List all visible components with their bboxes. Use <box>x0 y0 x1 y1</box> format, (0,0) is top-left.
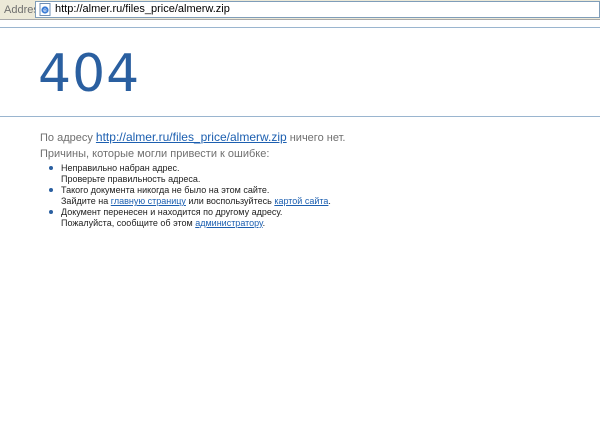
list-item: Неправильно набран адрес. Проверьте прав… <box>48 163 331 185</box>
message-suffix: ничего нет. <box>289 132 346 144</box>
administrator-link[interactable]: администратору <box>195 218 262 228</box>
reason-line: Документ перенесен и находится по другом… <box>61 207 283 217</box>
reasons-list: Неправильно набран адрес. Проверьте прав… <box>48 163 331 229</box>
list-item: Такого документа никогда не было на этом… <box>48 185 331 207</box>
list-item: Документ перенесен и находится по другом… <box>48 207 331 229</box>
bullet-dot <box>49 188 53 192</box>
reason-line: Проверьте правильность адреса. <box>61 174 201 184</box>
header-divider <box>0 116 600 117</box>
requested-url-link[interactable]: http://almer.ru/files_price/almerw.zip <box>96 130 287 144</box>
address-input[interactable]: e http://almer.ru/files_price/almerw.zip <box>35 1 600 18</box>
address-url: http://almer.ru/files_price/almerw.zip <box>55 3 230 15</box>
reason-text: . <box>328 196 331 206</box>
reasons-heading: Причины, которые могли привести к ошибке… <box>40 148 270 160</box>
not-found-message: По адресу http://almer.ru/files_price/al… <box>40 130 345 145</box>
ie-page-icon: e <box>39 3 51 16</box>
reason-text: или воспользуйтесь <box>188 196 272 206</box>
reason-text: . <box>262 218 266 228</box>
reason-text: Зайдите на <box>61 196 109 206</box>
reason-line: Такого документа никогда не было на этом… <box>61 185 270 195</box>
reason-line: Неправильно набран адрес. <box>61 163 180 173</box>
bullet-dot <box>49 166 53 170</box>
home-page-link[interactable]: главную страницу <box>111 196 186 206</box>
message-prefix: По адресу <box>40 132 93 144</box>
sitemap-link[interactable]: картой сайта <box>274 196 328 206</box>
reason-text: Пожалуйста, сообщите об этом <box>61 218 193 228</box>
toolbar-spacer <box>0 20 600 28</box>
bullet-dot <box>49 210 53 214</box>
error-code-heading: 404 <box>38 44 141 104</box>
svg-text:e: e <box>43 7 47 14</box>
address-bar: Address e http://almer.ru/files_price/al… <box>0 0 600 20</box>
